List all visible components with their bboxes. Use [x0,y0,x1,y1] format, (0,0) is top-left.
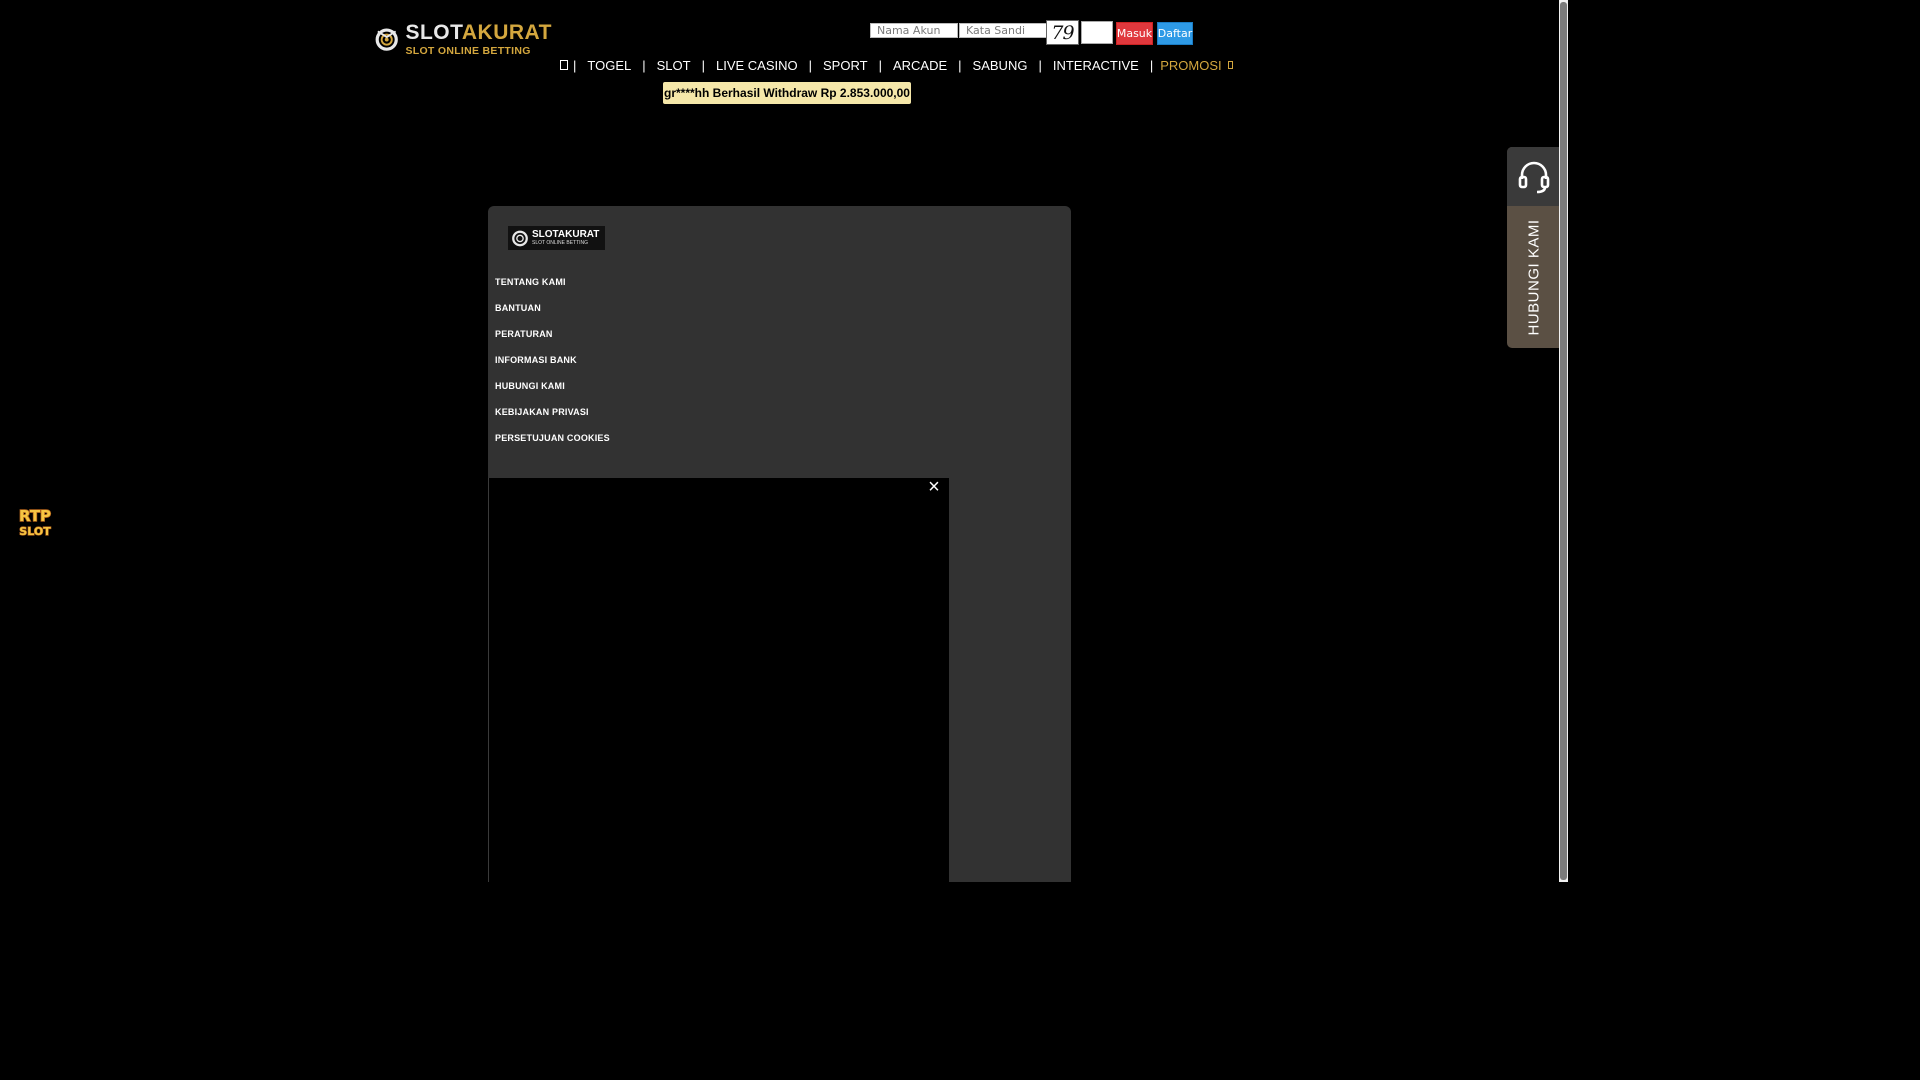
withdraw-notice: gr****hh Berhasil Withdraw Rp 2.853.000,… [663,82,911,104]
footer-link-tentang-kami[interactable]: TENTANG KAMI [495,276,610,302]
popup-overlay: × [488,476,949,882]
promosi-label: PROMOSI [1160,57,1222,73]
nav-item-promosi[interactable]: PROMOSI [1153,57,1233,73]
promo-icon [1227,61,1233,69]
footer-logo-emblem-icon [512,230,528,247]
footer-link-peraturan[interactable]: PERATURAN [495,328,610,354]
captcha-image: 79 [1046,20,1079,45]
close-icon[interactable]: × [923,476,945,498]
page-scrollbar[interactable] [1559,0,1568,882]
footer-link-bantuan[interactable]: BANTUAN [495,302,610,328]
rtp-badge-line2: SLOT [19,525,51,538]
footer-link-hubungi-kami[interactable]: HUBUNGI KAMI [495,380,610,406]
headset-icon [1507,147,1560,206]
nav-item-arcade[interactable]: ARCADE [882,58,958,73]
login-button[interactable]: Masuk [1116,22,1153,45]
footer-link-kebijakan-privasi[interactable]: KEBIJAKAN PRIVASI [495,406,610,432]
footer-logo-tagline: SLOT ONLINE BETTING [532,240,589,246]
site-logo[interactable]: SLOTAKURAT SLOT ONLINE BETTING [374,20,552,58]
footer-link-persetujuan-cookies[interactable]: PERSETUJUAN COOKIES [495,432,610,458]
nav-item-sabung[interactable]: SABUNG [962,58,1039,73]
register-button[interactable]: Daftar [1157,22,1193,45]
footer-links: TENTANG KAMI BANTUAN PERATURAN INFORMASI… [495,276,610,458]
nav-item-interactive[interactable]: INTERACTIVE [1042,58,1150,73]
logo-text-white: SLOT [405,20,462,44]
scrollbar-thumb[interactable] [1560,2,1567,880]
logo-tagline: SLOT ONLINE BETTING [405,44,531,57]
rtp-badge-line1: RTP [19,507,51,525]
main-nav: | TOGEL | SLOT | LIVE CASINO | SPORT | A… [558,57,1233,73]
logo-text-gold: AKURAT [461,20,552,44]
password-input[interactable] [959,23,1047,38]
footer-logo-name: SLOTAKURAT [532,229,600,240]
nav-item-togel[interactable]: TOGEL [576,58,642,73]
nav-item-live-casino[interactable]: LIVE CASINO [705,58,809,73]
footer-link-informasi-bank[interactable]: INFORMASI BANK [495,354,610,380]
rtp-slot-badge[interactable]: RTP SLOT [8,506,62,538]
contact-tab[interactable]: HUBUNGI KAMI [1507,147,1560,348]
nav-item-sport[interactable]: SPORT [812,58,879,73]
username-input[interactable] [870,23,958,38]
contact-tab-label: HUBUNGI KAMI [1525,218,1543,336]
nav-item-slot[interactable]: SLOT [646,58,702,73]
home-icon[interactable] [560,60,568,70]
footer-logo: SLOTAKURAT SLOT ONLINE BETTING [508,226,605,250]
captcha-input[interactable] [1081,21,1113,44]
logo-emblem-icon [375,28,398,51]
